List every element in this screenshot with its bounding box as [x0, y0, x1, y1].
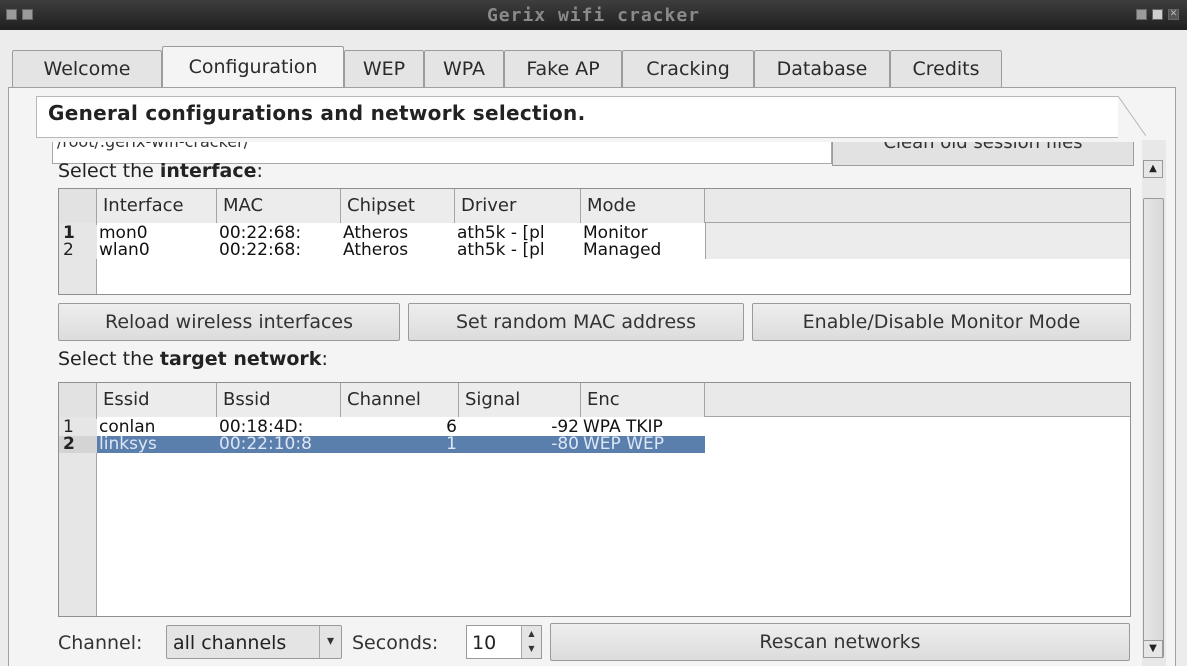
session-path-value: /root/.gerix-wifi-cracker/: [57, 142, 249, 151]
clean-session-files-button[interactable]: Clean old session files: [832, 142, 1134, 166]
column-header-chipset[interactable]: Chipset: [341, 189, 455, 223]
table-cell: wlan0: [99, 242, 150, 259]
column-header-mode[interactable]: Mode: [581, 189, 705, 223]
table-cell: -92: [551, 419, 579, 436]
title-bar[interactable]: Gerix wifi cracker ✕: [0, 0, 1187, 30]
tab-fake-ap[interactable]: Fake AP: [504, 50, 622, 87]
table-cell: Monitor: [583, 225, 648, 242]
table-cell: Atheros: [343, 242, 409, 259]
column-header-signal[interactable]: Signal: [459, 383, 581, 417]
table-cell: 00:22:10:8: [217, 436, 341, 453]
table-row-selected[interactable]: 2 linksys 00:22:10:8 1 -80 WEP WEP: [59, 436, 705, 453]
scroll-up-arrow-icon[interactable]: ▲: [1143, 160, 1163, 178]
table-cell: Atheros: [343, 225, 409, 242]
seconds-label: Seconds:: [352, 632, 439, 654]
tab-database[interactable]: Database: [754, 50, 890, 87]
column-header-enc[interactable]: Enc: [581, 383, 705, 417]
table-row[interactable]: 1 conlan 00:18:4D: 6 -92 WPA TKIP: [59, 419, 705, 436]
table-cell: 00:22:68:: [219, 225, 302, 242]
table-cell: 1: [341, 436, 459, 453]
table-cell: ath5k - [pl: [457, 225, 545, 242]
table-cell: ath5k - [pl: [457, 242, 545, 259]
rescan-networks-button[interactable]: Rescan networks: [550, 623, 1130, 661]
page-title: General configurations and network selec…: [48, 101, 586, 125]
table-cell: linksys: [97, 436, 217, 453]
table-corner: [59, 383, 97, 417]
table-cell: 00:22:68:: [219, 242, 302, 259]
tab-configuration[interactable]: Configuration: [162, 46, 344, 88]
table-cell: 00:18:4D:: [219, 419, 304, 436]
column-header-bssid[interactable]: Bssid: [217, 383, 341, 417]
tab-wpa[interactable]: WPA: [424, 50, 504, 87]
table-cell: -80: [459, 436, 581, 453]
interface-section-label: Select the interface:: [58, 160, 263, 182]
table-cell: Managed: [583, 242, 662, 259]
table-cell: 6: [446, 419, 457, 436]
column-header-channel[interactable]: Channel: [341, 383, 459, 417]
seconds-spinbox[interactable]: 10 ▲ ▼: [466, 625, 542, 659]
reload-interfaces-button[interactable]: Reload wireless interfaces: [58, 303, 400, 341]
table-cell: WPA TKIP: [583, 419, 663, 436]
monitor-mode-button[interactable]: Enable/Disable Monitor Mode: [752, 303, 1131, 341]
channel-label: Channel:: [58, 632, 143, 654]
spin-arrows-icon[interactable]: ▲ ▼: [521, 626, 541, 658]
scrollbar-thumb[interactable]: [1143, 198, 1164, 658]
row-number: 2: [59, 436, 97, 453]
channel-select[interactable]: all channels ▾: [166, 625, 342, 659]
column-header-interface[interactable]: Interface: [97, 189, 217, 223]
network-section-label: Select the target network:: [58, 348, 328, 370]
random-mac-button[interactable]: Set random MAC address: [408, 303, 744, 341]
tab-wep[interactable]: WEP: [344, 50, 424, 87]
minimize-icon[interactable]: [1136, 9, 1147, 20]
tab-credits[interactable]: Credits: [890, 50, 1002, 87]
window-title: Gerix wifi cracker: [486, 5, 701, 26]
close-icon[interactable]: ✕: [1168, 9, 1179, 20]
column-header-essid[interactable]: Essid: [97, 383, 217, 417]
table-cell: WEP WEP: [581, 436, 705, 453]
scroll-down-arrow-icon[interactable]: ▼: [1143, 640, 1163, 658]
app-window: Gerix wifi cracker ✕ Welcome Configurati…: [0, 0, 1187, 666]
column-header-mac[interactable]: MAC: [217, 189, 341, 223]
dropdown-arrow-icon[interactable]: ▾: [319, 626, 341, 658]
maximize-icon[interactable]: [1152, 9, 1163, 20]
tab-welcome[interactable]: Welcome: [12, 50, 162, 87]
column-header-driver[interactable]: Driver: [455, 189, 581, 223]
table-cell: conlan: [99, 419, 156, 436]
tab-cracking[interactable]: Cracking: [622, 50, 754, 87]
interface-table[interactable]: Interface MAC Chipset Driver Mode 1 mon0…: [58, 188, 1131, 295]
table-cell: mon0: [99, 225, 148, 242]
network-table[interactable]: Essid Bssid Channel Signal Enc 1 conlan …: [58, 382, 1131, 617]
table-corner: [59, 189, 97, 223]
row-number: 2: [59, 242, 97, 259]
